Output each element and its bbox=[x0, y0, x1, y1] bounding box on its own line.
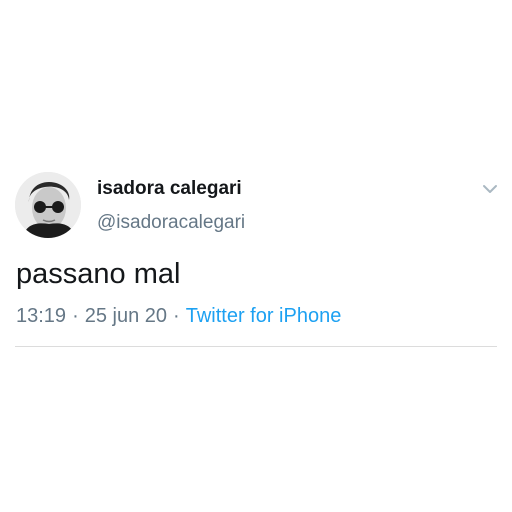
tweet-text: passano mal bbox=[16, 258, 181, 290]
tweet-time[interactable]: 13:19 bbox=[16, 305, 66, 327]
chevron-down-icon[interactable] bbox=[481, 182, 499, 196]
separator-dot: · bbox=[72, 305, 79, 327]
user-avatar-icon bbox=[15, 172, 81, 238]
divider bbox=[15, 346, 497, 347]
tweet-date[interactable]: 25 jun 20 bbox=[85, 305, 167, 327]
tweet-meta: 13:19 · 25 jun 20 · Twitter for iPhone bbox=[16, 305, 341, 328]
tweet-card: isadora calegari @isadoracalegari passan… bbox=[0, 0, 512, 512]
tweet-source-link[interactable]: Twitter for iPhone bbox=[186, 305, 342, 327]
user-handle[interactable]: @isadoracalegari bbox=[97, 212, 245, 234]
avatar[interactable] bbox=[15, 172, 81, 238]
display-name[interactable]: isadora calegari bbox=[97, 178, 242, 200]
separator-dot: · bbox=[173, 305, 180, 327]
